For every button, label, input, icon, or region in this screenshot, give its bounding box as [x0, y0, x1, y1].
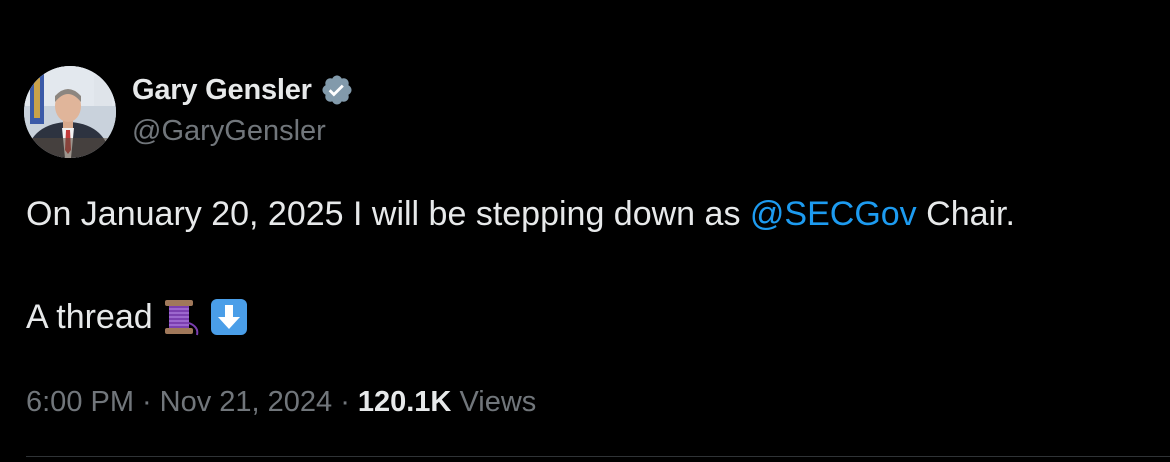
views-count[interactable]: 120.1K: [358, 386, 452, 418]
divider: [26, 456, 1170, 457]
verified-badge-icon[interactable]: [320, 73, 354, 107]
tweet-text-before-mention: On January 20, 2025 I will be stepping d…: [26, 195, 750, 233]
tweet-time[interactable]: 6:00 PM: [26, 386, 134, 418]
tweet: Gary Gensler @GaryGensler On January 20,…: [0, 0, 1170, 462]
avatar[interactable]: [24, 66, 116, 158]
meta-separator: ·: [340, 386, 350, 418]
views-label: Views: [459, 386, 537, 418]
thread-label: A thread: [26, 298, 153, 336]
author-handle[interactable]: @GaryGensler: [132, 115, 326, 148]
tweet-date[interactable]: Nov 21, 2024: [160, 386, 333, 418]
tweet-meta: 6:00 PM · Nov 21, 2024 · 120.1K Views: [26, 382, 536, 422]
author-name-row: Gary Gensler: [132, 70, 354, 110]
avatar-photo-icon: [24, 66, 116, 158]
down-arrow-emoji: [209, 297, 249, 337]
tweet-text-line2: A thread: [26, 295, 249, 339]
tweet-text: On January 20, 2025 I will be stepping d…: [26, 192, 1015, 236]
author-display-name[interactable]: Gary Gensler: [132, 74, 312, 107]
meta-separator: ·: [142, 386, 152, 418]
tweet-text-after-mention: Chair.: [916, 195, 1015, 233]
thread-spool-emoji: [161, 297, 201, 337]
mention-link[interactable]: @SECGov: [750, 195, 917, 233]
